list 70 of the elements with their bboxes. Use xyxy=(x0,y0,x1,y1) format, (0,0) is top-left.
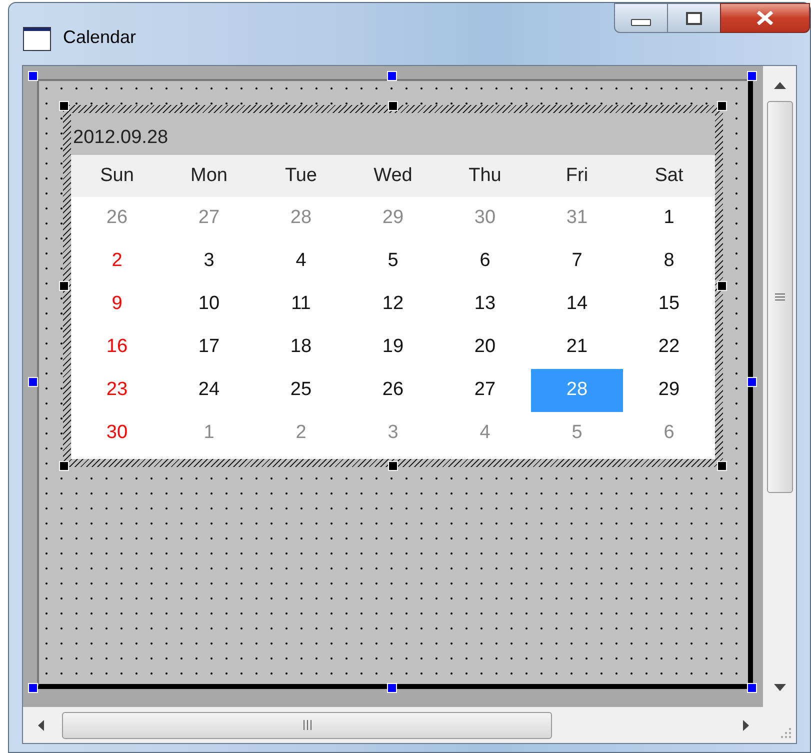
day-cell[interactable]: 23 xyxy=(71,369,163,412)
resize-handle[interactable] xyxy=(28,71,38,81)
weekday-label: Sun xyxy=(100,164,134,188)
day-cell[interactable]: 22 xyxy=(623,326,715,369)
size-grip-icon[interactable] xyxy=(780,727,792,739)
day-cell[interactable]: 7 xyxy=(531,240,623,283)
day-cell[interactable]: 11 xyxy=(255,283,347,326)
day-cell[interactable]: 20 xyxy=(439,326,531,369)
date-text: 2012.09.28 xyxy=(73,126,168,150)
weekday-label: Tue xyxy=(284,164,318,188)
resize-handle[interactable] xyxy=(747,71,757,81)
day-cell[interactable]: 4 xyxy=(255,240,347,283)
day-cell[interactable]: 8 xyxy=(623,240,715,283)
day-cell[interactable]: 9 xyxy=(71,283,163,326)
resize-handle[interactable] xyxy=(747,683,757,693)
day-cell[interactable]: 14 xyxy=(531,283,623,326)
weekday-label: Sat xyxy=(654,164,684,188)
resize-handle[interactable] xyxy=(59,101,69,111)
day-cell[interactable]: 24 xyxy=(163,369,255,412)
day-cell[interactable]: 6 xyxy=(439,240,531,283)
resize-handle[interactable] xyxy=(388,101,398,111)
grip-icon xyxy=(774,293,784,301)
day-cell[interactable]: 29 xyxy=(623,369,715,412)
weekday-label: Wed xyxy=(374,164,412,188)
resize-handle[interactable] xyxy=(717,281,727,291)
day-cell[interactable]: 17 xyxy=(163,326,255,369)
scroll-left-icon[interactable] xyxy=(38,720,44,730)
day-cell[interactable]: 30 xyxy=(71,412,163,455)
day-cell[interactable]: 2 xyxy=(71,240,163,283)
resize-handle[interactable] xyxy=(717,461,727,471)
day-cell[interactable]: 19 xyxy=(347,326,439,369)
scroll-down-icon[interactable] xyxy=(774,684,786,691)
day-cell[interactable]: 1 xyxy=(623,197,715,240)
resize-handle[interactable] xyxy=(717,101,727,111)
day-cell[interactable]: 12 xyxy=(347,283,439,326)
maximize-icon xyxy=(686,12,702,24)
resize-handle[interactable] xyxy=(59,281,69,291)
resize-handle[interactable] xyxy=(28,377,38,387)
resize-handle[interactable] xyxy=(387,71,397,81)
close-icon xyxy=(756,11,774,25)
day-cell[interactable]: 10 xyxy=(163,283,255,326)
day-cell[interactable]: 18 xyxy=(255,326,347,369)
window-title: Calendar xyxy=(63,28,136,46)
resize-handle[interactable] xyxy=(59,461,69,471)
day-cell[interactable]: 25 xyxy=(255,369,347,412)
resize-handle[interactable] xyxy=(387,683,397,693)
scroll-thumb[interactable] xyxy=(766,101,792,493)
minimize-button[interactable] xyxy=(614,3,668,33)
day-cell[interactable]: 13 xyxy=(439,283,531,326)
maximize-button[interactable] xyxy=(668,3,720,33)
close-button[interactable] xyxy=(720,3,810,33)
resize-handle[interactable] xyxy=(747,377,757,387)
day-cell[interactable]: 26 xyxy=(347,369,439,412)
scroll-right-icon[interactable] xyxy=(743,720,749,730)
day-cell[interactable]: 21 xyxy=(531,326,623,369)
weekday-label: Thu xyxy=(468,164,502,188)
day-cell[interactable]: 15 xyxy=(623,283,715,326)
minimize-icon xyxy=(631,18,651,26)
window-icon xyxy=(23,27,51,51)
day-cell[interactable]: 16 xyxy=(71,326,163,369)
weekday-label: Fri xyxy=(566,164,588,188)
day-cell[interactable]: 27 xyxy=(439,369,531,412)
scroll-up-icon[interactable] xyxy=(774,82,786,89)
day-cell[interactable]: 3 xyxy=(163,240,255,283)
weekday-label: Mon xyxy=(190,164,228,188)
scroll-thumb[interactable] xyxy=(62,712,552,738)
resize-handle[interactable] xyxy=(388,461,398,471)
resize-handle[interactable] xyxy=(28,683,38,693)
grip-icon xyxy=(302,720,312,730)
day-cell[interactable]: 5 xyxy=(347,240,439,283)
